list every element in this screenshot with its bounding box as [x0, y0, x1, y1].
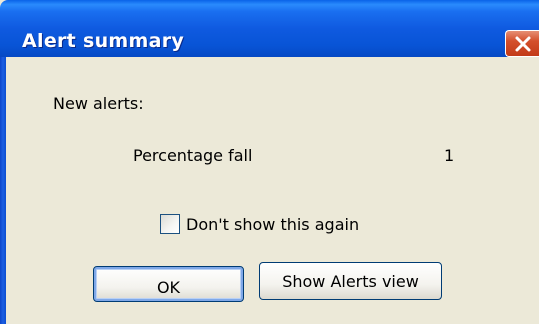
window-frame-left: [0, 57, 6, 324]
ok-button-label: OK: [156, 277, 181, 297]
alert-name: Percentage fall: [133, 146, 253, 165]
dont-show-again-checkbox[interactable]: [160, 214, 180, 234]
show-alerts-view-button[interactable]: Show Alerts view: [259, 262, 442, 300]
alert-summary-dialog: Alert summary New alerts: Percentage fal…: [0, 0, 539, 324]
dont-show-again-label[interactable]: Don't show this again: [186, 215, 359, 234]
alert-count: 1: [444, 146, 455, 165]
window-title: Alert summary: [22, 30, 185, 52]
ok-button[interactable]: OK: [93, 266, 244, 302]
dont-show-again-row[interactable]: Don't show this again: [160, 214, 359, 234]
new-alerts-heading: New alerts:: [53, 94, 144, 113]
close-button[interactable]: [505, 30, 539, 57]
title-bar[interactable]: Alert summary: [0, 0, 539, 57]
close-icon: [515, 36, 530, 51]
